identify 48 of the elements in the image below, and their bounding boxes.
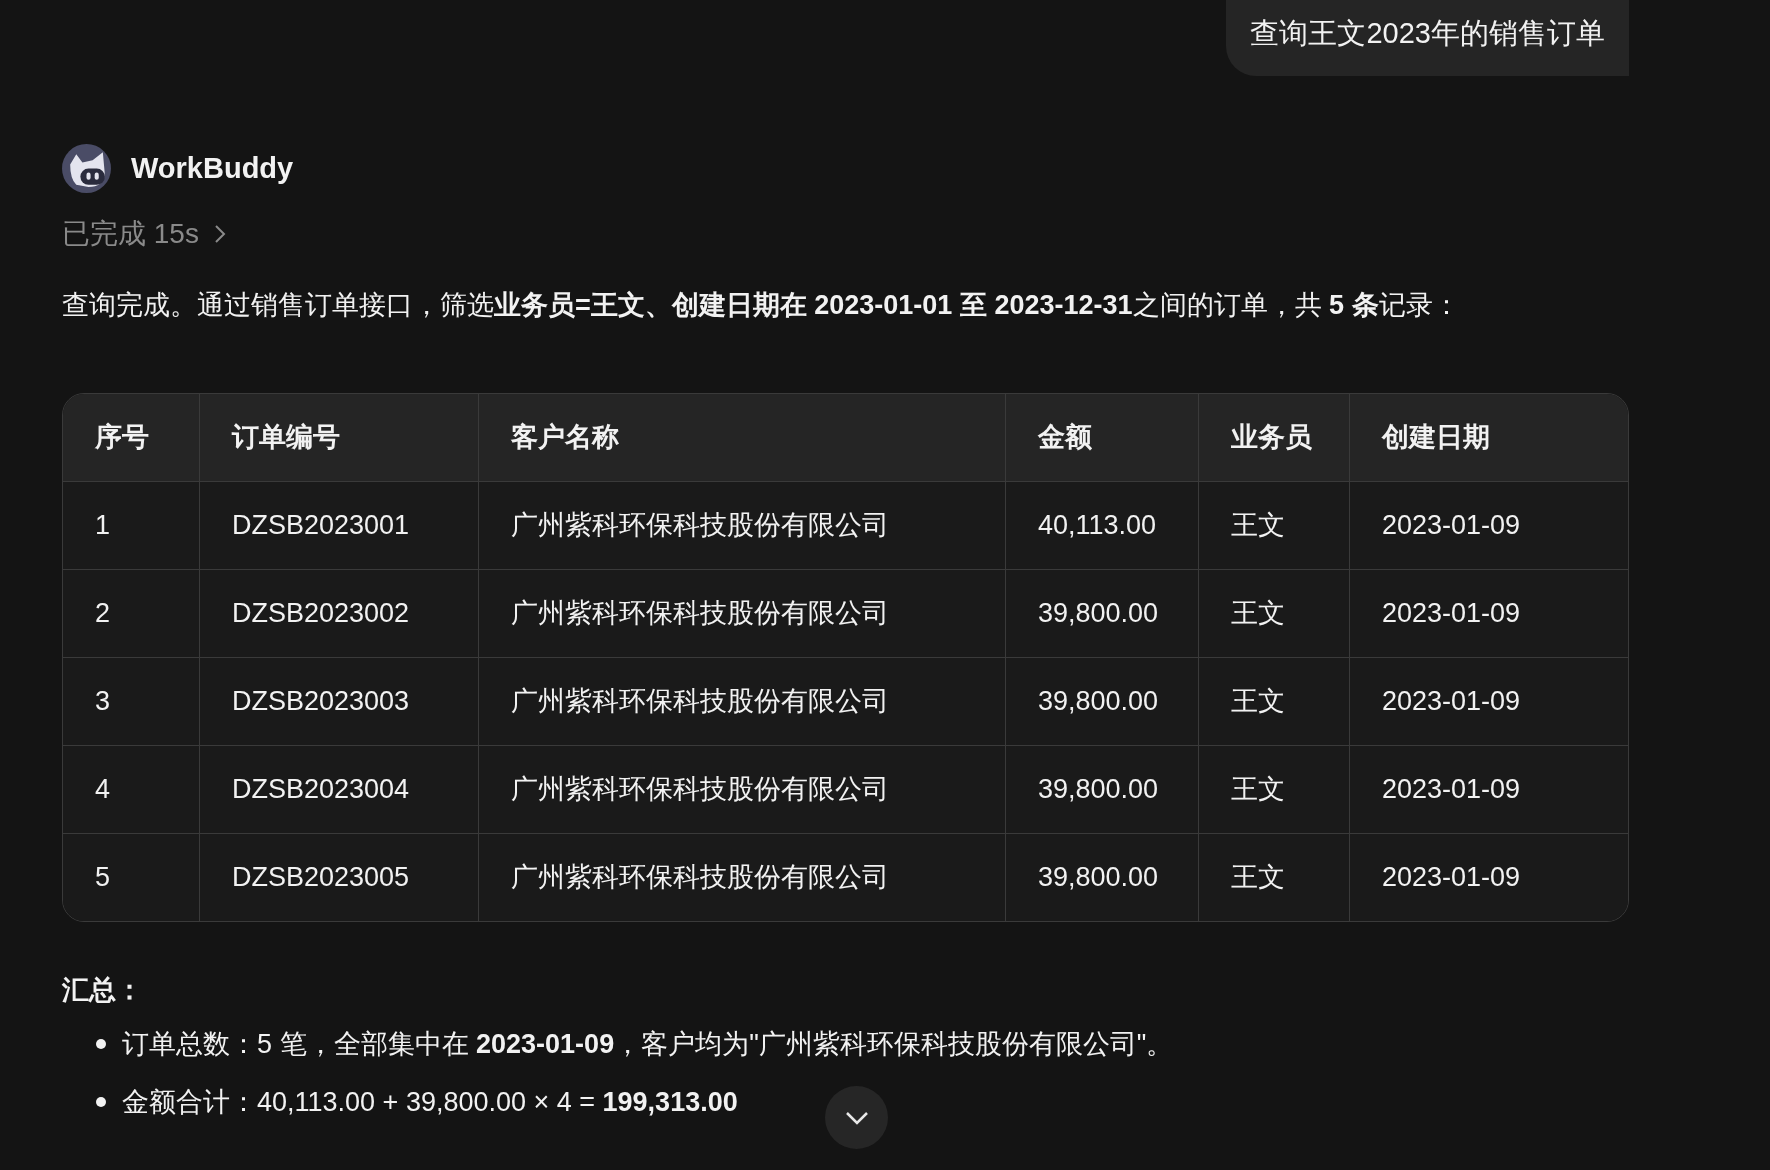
table-cell: DZSB2023004	[200, 745, 479, 834]
table-cell: 5	[63, 833, 200, 921]
column-header: 序号	[63, 393, 200, 482]
table-cell: 2023-01-09	[1350, 481, 1628, 570]
table-cell: 2023-01-09	[1350, 569, 1628, 658]
table-cell: DZSB2023005	[200, 833, 479, 921]
table-cell: DZSB2023003	[200, 657, 479, 746]
table-cell: 广州紫科环保科技股份有限公司	[479, 833, 1006, 921]
table-cell: 2023-01-09	[1350, 657, 1628, 746]
table-cell: 39,800.00	[1006, 657, 1199, 746]
bullet-icon	[96, 1096, 106, 1107]
table-cell: 39,800.00	[1006, 745, 1199, 834]
bullet-icon	[96, 1038, 106, 1049]
column-header: 创建日期	[1350, 393, 1628, 482]
chevron-right-icon[interactable]	[212, 224, 227, 244]
summary-heading: 汇总：	[62, 973, 144, 1007]
column-header: 业务员	[1199, 393, 1350, 482]
table-cell: 40,113.00	[1006, 481, 1199, 570]
table-cell: 广州紫科环保科技股份有限公司	[479, 745, 1006, 834]
user-message: 查询王文2023年的销售订单	[1226, 0, 1629, 76]
table-cell: 广州紫科环保科技股份有限公司	[479, 481, 1006, 570]
table-cell: 2023-01-09	[1350, 745, 1628, 834]
table-cell: 王文	[1199, 657, 1350, 746]
table-cell: 王文	[1199, 569, 1350, 658]
table-cell: 王文	[1199, 745, 1350, 834]
table-cell: 3	[63, 657, 200, 746]
table-cell: 2023-01-09	[1350, 833, 1628, 921]
table-cell: 广州紫科环保科技股份有限公司	[479, 569, 1006, 658]
chevron-down-icon	[844, 1110, 869, 1125]
table-cell: 2	[63, 569, 200, 658]
table-cell: 王文	[1199, 481, 1350, 570]
table-cell: 王文	[1199, 833, 1350, 921]
assistant-name: WorkBuddy	[131, 152, 294, 185]
response-paragraph: 查询完成。通过销售订单接口，筛选业务员=王文、创建日期在 2023-01-01 至 2023-12-31之间的订单，共 5 条记录：	[62, 289, 1461, 322]
table-cell: DZSB2023001	[200, 481, 479, 570]
column-header: 订单编号	[200, 393, 479, 482]
table-cell: 39,800.00	[1006, 569, 1199, 658]
table-cell: 1	[63, 481, 200, 570]
summary-item: 订单总数：5 笔，全部集中在 2023-01-09，客户均为"广州紫科环保科技股份有限公司"。	[122, 1027, 1174, 1061]
table-cell: 39,800.00	[1006, 833, 1199, 921]
column-header: 金额	[1006, 393, 1199, 482]
table-cell: 4	[63, 745, 200, 834]
table-cell: 广州紫科环保科技股份有限公司	[479, 657, 1006, 746]
robot-avatar-icon	[62, 144, 111, 193]
status-text: 已完成 15s	[62, 217, 199, 251]
column-header: 客户名称	[479, 393, 1006, 482]
table-cell: DZSB2023002	[200, 569, 479, 658]
summary-item: 金额合计：40,113.00 + 39,800.00 × 4 = 199,313.00	[122, 1085, 738, 1119]
